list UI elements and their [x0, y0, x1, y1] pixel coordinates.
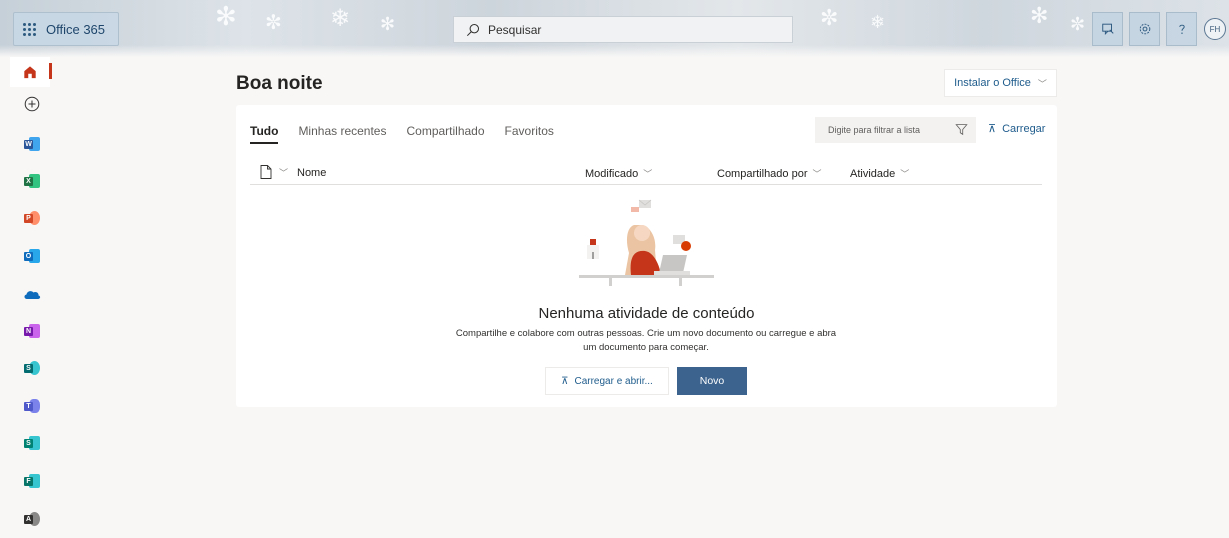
settings-button[interactable]	[1129, 12, 1160, 46]
tab-recent[interactable]: Minhas recentes	[298, 124, 386, 144]
snowflake-decoration: ✻	[1030, 4, 1049, 29]
active-indicator	[49, 63, 52, 79]
modified-column-header[interactable]: Modificado ﹀	[585, 167, 652, 180]
feedback-button[interactable]	[1092, 12, 1123, 46]
rail-powerpoint[interactable]: P	[14, 206, 50, 230]
shared-by-column-header[interactable]: Compartilhado por ﹀	[717, 167, 822, 180]
gear-icon	[1139, 23, 1150, 35]
app-launcher: Office 365	[13, 12, 119, 46]
tab-shared[interactable]: Compartilhado	[406, 124, 484, 144]
install-office-button[interactable]: Instalar o Office ﹀	[944, 69, 1057, 97]
waffle-icon[interactable]	[14, 13, 44, 45]
rail-onenote[interactable]: N	[14, 319, 50, 343]
rail-sharepoint[interactable]: S	[14, 356, 50, 380]
rail-excel[interactable]: X	[14, 169, 50, 193]
upload-link[interactable]: ⊼ Carregar	[988, 122, 1046, 136]
rail-forms[interactable]: F	[14, 469, 50, 493]
search-icon	[466, 23, 480, 36]
word-icon: W	[24, 137, 40, 151]
chevron-down-icon: ﹀	[1037, 78, 1047, 89]
rail-admin[interactable]: A	[14, 507, 50, 531]
rail-onedrive[interactable]	[14, 282, 50, 306]
snowflake-decoration: ✼	[820, 6, 839, 31]
file-type-column[interactable]: ﹀	[260, 165, 288, 179]
chevron-down-icon: ﹀	[279, 167, 289, 178]
filter-placeholder: Digite para filtrar a lista	[828, 125, 921, 135]
avatar: FH	[1204, 18, 1226, 40]
plus-circle-icon	[24, 96, 40, 112]
search-box[interactable]: Pesquisar	[453, 16, 793, 43]
list-header: ﹀ Nome Modificado ﹀ Compartilhado por ﹀ …	[250, 163, 1042, 185]
top-bar: ✻ ✼ ❄ ✻ ✼ ❄ ✻ ✼ Office 365 Pesquisar FH	[0, 0, 1229, 57]
upload-and-open-label: Carregar e abrir...	[574, 375, 653, 387]
rail-word[interactable]: W	[14, 132, 50, 156]
sharepoint-icon: S	[24, 361, 40, 375]
chevron-down-icon: ﹀	[900, 169, 910, 179]
help-button[interactable]	[1166, 12, 1197, 46]
tab-favorites[interactable]: Favoritos	[505, 124, 554, 144]
rail-sway[interactable]: S	[14, 431, 50, 455]
rail-create[interactable]	[14, 92, 50, 116]
filter-tabs: Tudo Minhas recentes Compartilhado Favor…	[250, 124, 554, 144]
new-button[interactable]: Novo	[677, 367, 747, 395]
upload-icon: ⊼	[561, 375, 569, 387]
search-input[interactable]: Pesquisar	[488, 23, 541, 37]
snowflake-decoration: ✻	[215, 2, 237, 32]
install-office-label: Instalar o Office	[954, 77, 1031, 89]
help-icon	[1178, 24, 1185, 34]
rail-outlook[interactable]: O	[14, 244, 50, 268]
tab-all[interactable]: Tudo	[250, 124, 279, 144]
rail-home[interactable]	[10, 57, 50, 87]
sway-icon: S	[24, 436, 40, 450]
empty-state-title: Nenhuma atividade de conteúdo	[538, 305, 755, 322]
upload-link-label: Carregar	[1002, 122, 1046, 135]
chevron-down-icon: ﹀	[812, 169, 822, 179]
account-button[interactable]: FH	[1201, 12, 1229, 46]
content-card: Tudo Minhas recentes Compartilhado Favor…	[236, 105, 1057, 407]
empty-state-description: Compartilhe e colabore com outras pessoa…	[455, 328, 837, 353]
snowflake-decoration: ❄	[870, 12, 886, 33]
activity-column-header[interactable]: Atividade ﹀	[850, 167, 909, 180]
feedback-icon	[1101, 23, 1114, 35]
name-column-label: Nome	[297, 167, 327, 179]
activity-column-label: Atividade	[850, 167, 896, 180]
admin-icon: A	[24, 512, 40, 526]
teams-icon: T	[24, 399, 40, 413]
name-column-header[interactable]: Nome	[297, 167, 326, 179]
shared-by-column-label: Compartilhado por	[717, 167, 808, 180]
outlook-icon: O	[24, 249, 40, 263]
powerpoint-icon: P	[24, 211, 40, 225]
page-title: Boa noite	[236, 73, 323, 94]
upload-icon: ⊼	[988, 123, 997, 135]
filter-icon	[955, 124, 968, 136]
snowflake-decoration: ✼	[1070, 14, 1086, 35]
app-rail: W X P O N S T S F A	[0, 57, 62, 538]
rail-teams[interactable]: T	[14, 394, 50, 418]
document-icon	[260, 165, 272, 179]
home-icon	[24, 66, 36, 79]
forms-icon: F	[24, 474, 40, 488]
empty-state-illustration	[579, 199, 714, 286]
excel-icon: X	[24, 174, 40, 188]
filter-input[interactable]: Digite para filtrar a lista	[815, 117, 976, 143]
snowflake-decoration: ❄	[330, 4, 351, 32]
snowflake-decoration: ✻	[380, 14, 396, 35]
upload-and-open-button[interactable]: ⊼ Carregar e abrir...	[545, 367, 669, 395]
onenote-icon: N	[24, 324, 40, 338]
onedrive-icon	[24, 291, 41, 299]
snowflake-decoration: ✼	[265, 10, 282, 34]
app-title[interactable]: Office 365	[46, 22, 105, 37]
chevron-down-icon: ﹀	[643, 169, 653, 179]
modified-column-label: Modificado	[585, 167, 639, 180]
